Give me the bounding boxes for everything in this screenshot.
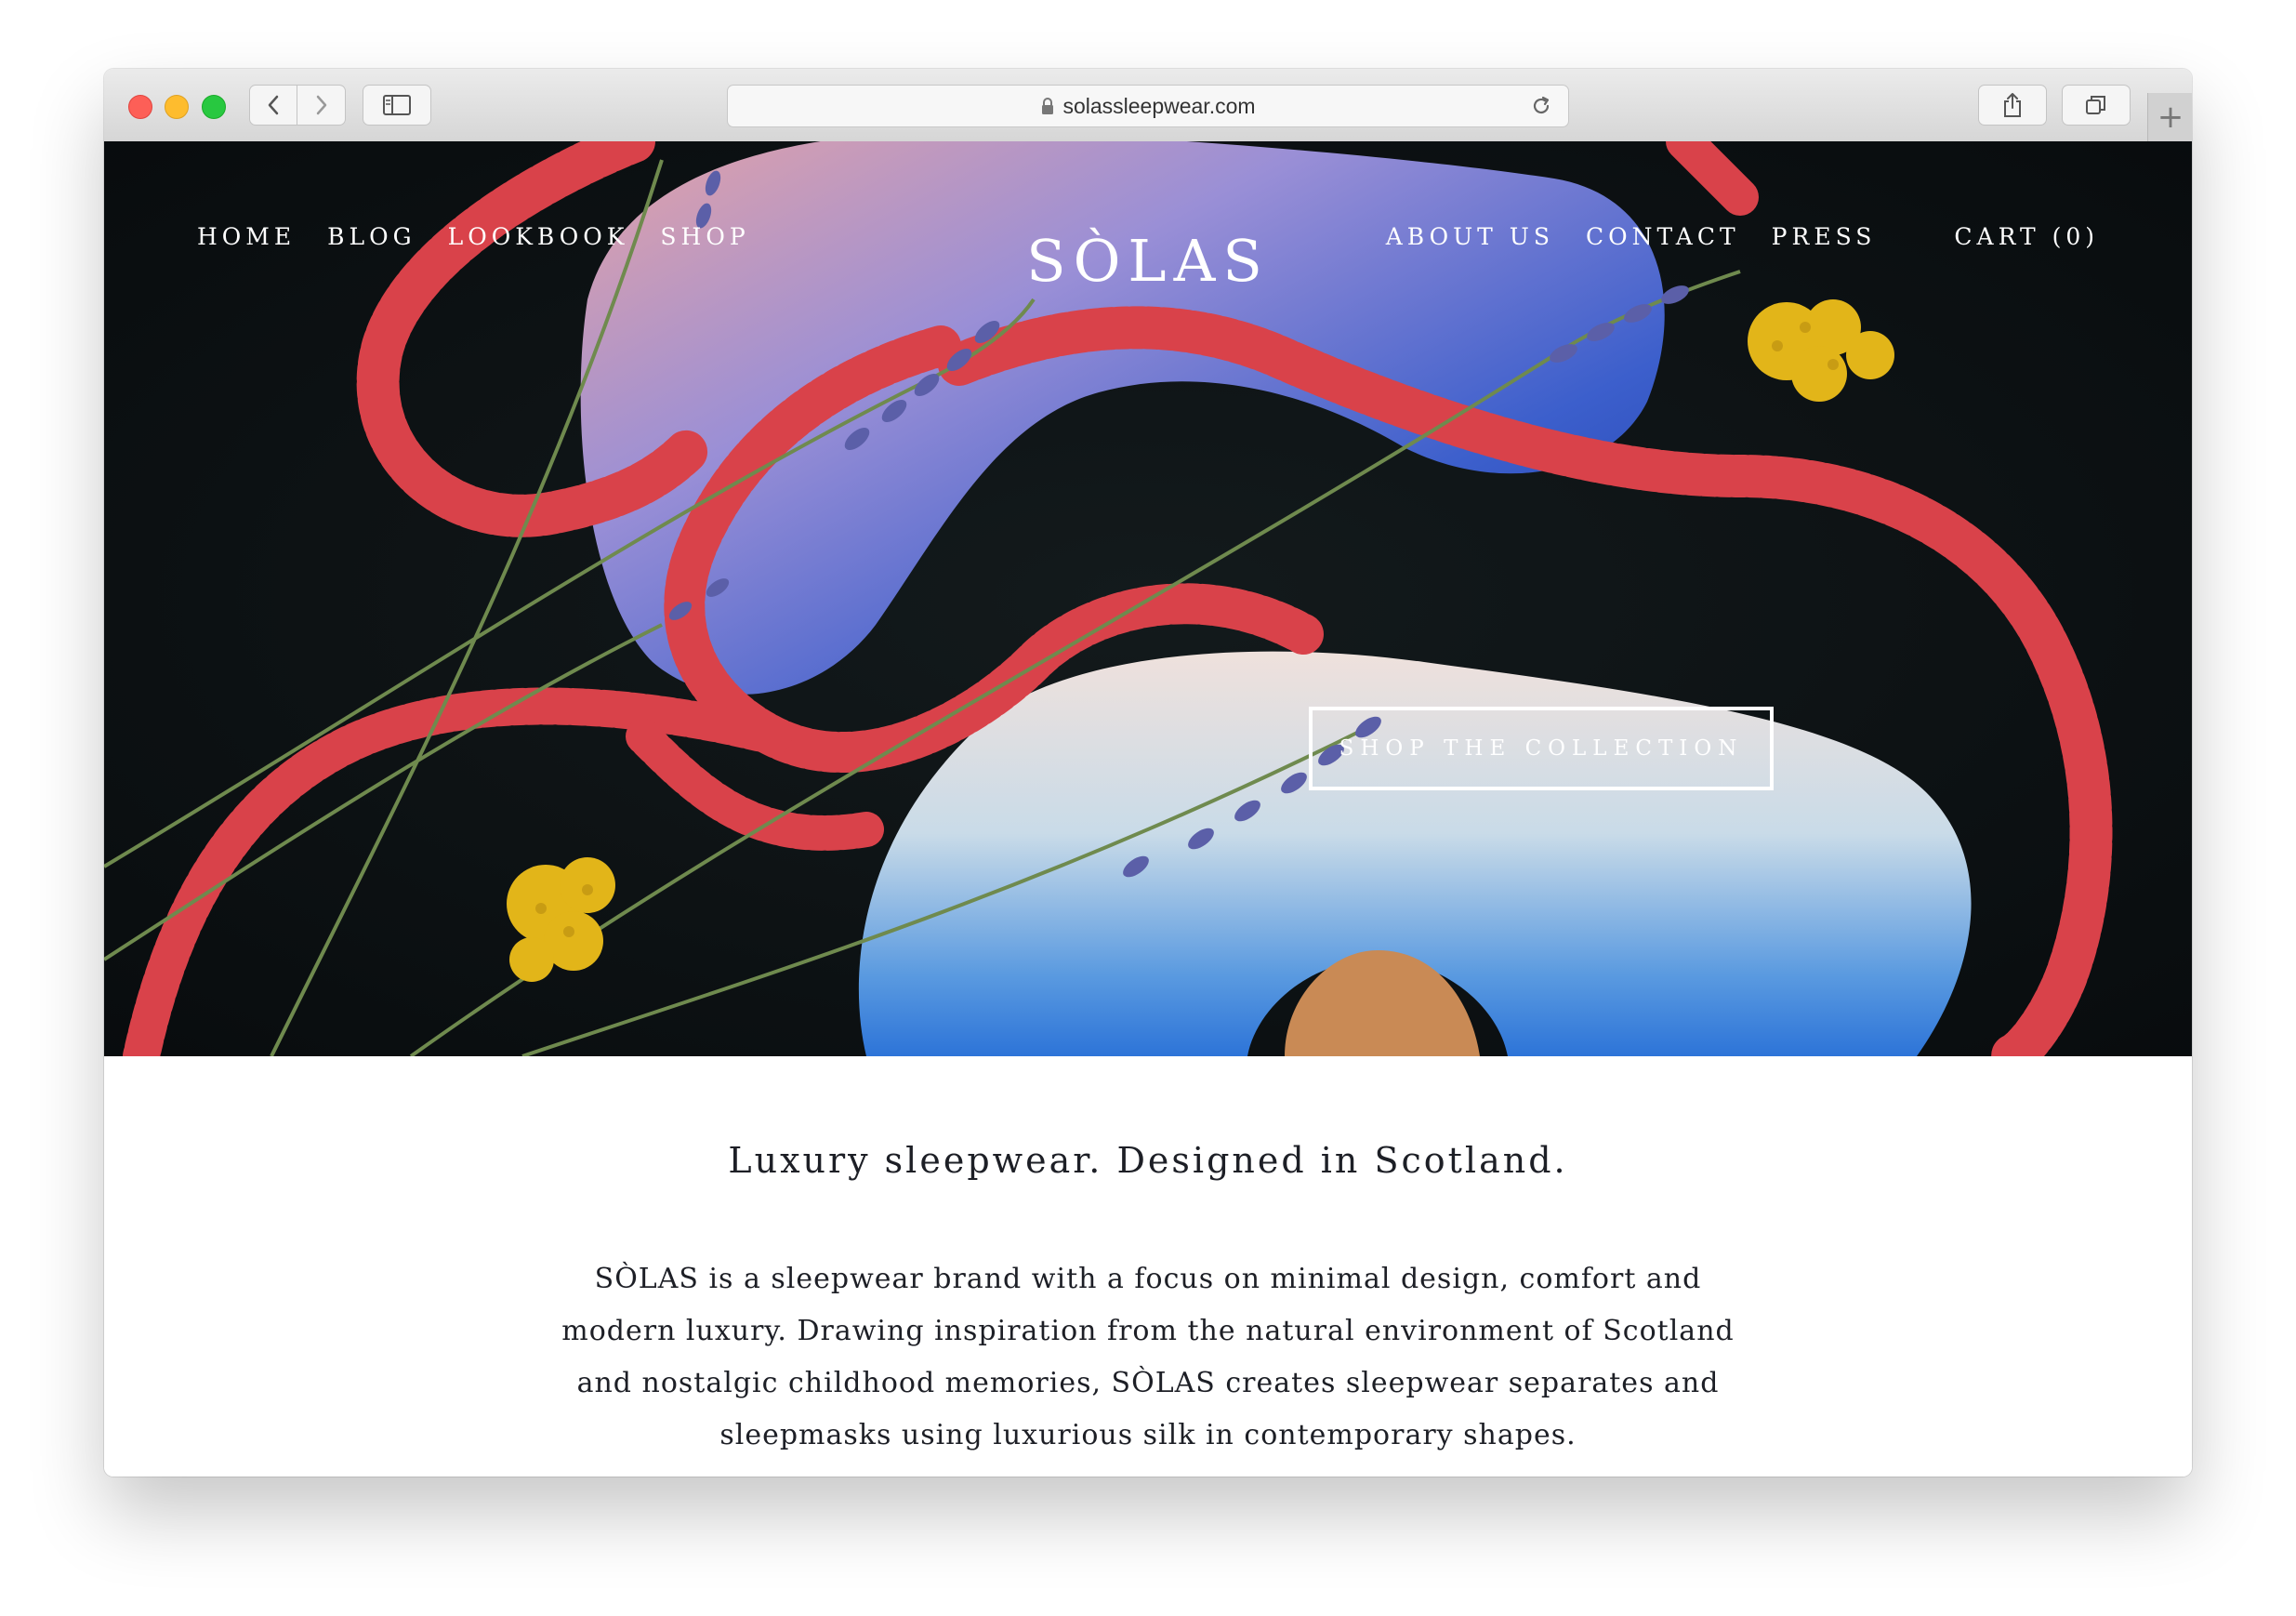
share-icon bbox=[2004, 93, 2021, 117]
shop-collection-label: SHOP THE COLLECTION bbox=[1339, 736, 1744, 761]
tab-overview-button[interactable] bbox=[2062, 85, 2131, 126]
cart-link[interactable]: CART (0) bbox=[1954, 223, 2099, 250]
hero-banner: HOME BLOG LOOKBOOK SHOP SÒLAS ABOUT US C… bbox=[104, 141, 2192, 1056]
history-nav bbox=[249, 85, 346, 126]
nav-press-link[interactable]: PRESS bbox=[1772, 223, 1877, 250]
about-paragraph: SÒLAS is a sleepwear brand with a focus … bbox=[561, 1263, 1735, 1451]
intro-section: Luxury sleepwear. Designed in Scotland. … bbox=[104, 1056, 2192, 1477]
nav-lookbook-link[interactable]: LOOKBOOK bbox=[448, 223, 629, 250]
close-window-button[interactable] bbox=[128, 95, 152, 119]
tabs-icon bbox=[2086, 96, 2105, 114]
lock-icon bbox=[1042, 98, 1054, 114]
browser-window: solassleepwear.com + HOME BLOG LOOKBOOK … bbox=[104, 69, 2192, 1477]
browser-toolbar: solassleepwear.com + bbox=[104, 69, 2192, 142]
back-button[interactable] bbox=[249, 85, 297, 126]
site-logo[interactable]: SÒLAS bbox=[1026, 227, 1270, 295]
tagline-heading: Luxury sleepwear. Designed in Scotland. bbox=[728, 1140, 1568, 1181]
shop-collection-button[interactable]: SHOP THE COLLECTION bbox=[1309, 707, 1774, 790]
nav-contact-link[interactable]: CONTACT bbox=[1586, 223, 1740, 250]
plus-icon: + bbox=[2157, 99, 2184, 136]
primary-nav-left: HOME BLOG LOOKBOOK SHOP bbox=[197, 223, 750, 250]
reload-icon[interactable] bbox=[1529, 94, 1553, 118]
chevron-left-icon bbox=[268, 95, 279, 115]
forward-button[interactable] bbox=[297, 85, 346, 126]
share-button[interactable] bbox=[1978, 85, 2047, 126]
nav-home-link[interactable]: HOME bbox=[197, 223, 296, 250]
zoom-window-button[interactable] bbox=[202, 95, 226, 119]
primary-nav-right: ABOUT US CONTACT PRESS CART (0) bbox=[1386, 223, 2099, 250]
nav-blog-link[interactable]: BLOG bbox=[327, 223, 416, 250]
new-tab-button[interactable]: + bbox=[2147, 93, 2192, 141]
nav-about-link[interactable]: ABOUT US bbox=[1386, 223, 1554, 250]
sidebar-icon bbox=[383, 95, 411, 115]
nav-shop-link[interactable]: SHOP bbox=[660, 223, 749, 250]
address-bar[interactable]: solassleepwear.com bbox=[727, 85, 1569, 127]
sidebar-toggle-button[interactable] bbox=[363, 85, 431, 126]
chevron-right-icon bbox=[316, 95, 326, 115]
url-text: solassleepwear.com bbox=[1062, 93, 1256, 118]
minimize-window-button[interactable] bbox=[165, 95, 189, 119]
